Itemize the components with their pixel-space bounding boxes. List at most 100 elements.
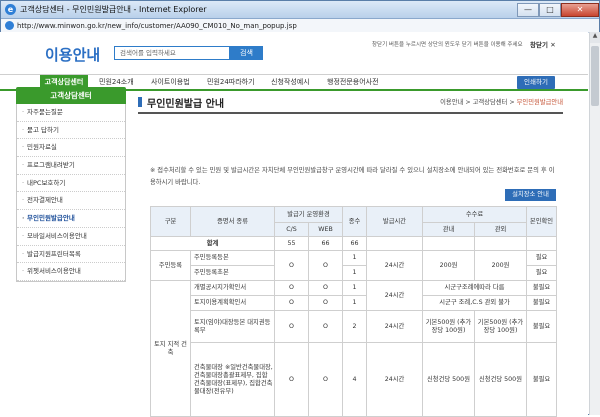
- scroll-thumb[interactable]: [591, 46, 599, 106]
- table-row-web: O: [308, 280, 343, 296]
- print-button[interactable]: 인쇄하기: [517, 76, 555, 89]
- th-id-check: 본인확인: [526, 206, 558, 237]
- table-row-id: 불필요: [526, 342, 558, 417]
- gnb-item-example[interactable]: 신청작성예시: [271, 75, 310, 90]
- sidebar-item-unmanned[interactable]: 무인민원발급안내: [17, 210, 125, 228]
- gnb-item-follow[interactable]: 민원24따라하기: [207, 75, 255, 90]
- maximize-button[interactable]: □: [539, 2, 561, 17]
- page-logo: 이용안내: [45, 46, 101, 64]
- window-title: 고객상담센터 - 무인민원발급안내 - Internet Explorer: [20, 5, 207, 14]
- th-cs: C/S: [274, 222, 309, 237]
- table-row-web: O: [308, 310, 343, 343]
- table-row-count: 1: [342, 265, 367, 281]
- th-kind: 구분: [150, 206, 191, 237]
- address-url: http://www.minwon.go.kr/new_info/custome…: [17, 21, 297, 30]
- table-row-fee: 시군구 조례,C.S 관외 불가: [421, 295, 528, 311]
- sidebar-title: 고객상담센터: [16, 87, 126, 104]
- scroll-up-icon[interactable]: ▲: [590, 32, 600, 43]
- gnb-item-dictionary[interactable]: 행정전문용어사전: [327, 75, 379, 90]
- minimize-button[interactable]: —: [517, 2, 539, 17]
- notice-paragraph: ※ 접수처리할 수 있는 민원 및 발급시간은 자치단체 무인민원발급창구 운영…: [150, 167, 555, 186]
- table-row-fee: 시군구조례에따라 다름: [421, 280, 528, 296]
- th-env: 발급기 운영환경: [274, 206, 343, 223]
- table-row-web: O: [308, 342, 343, 417]
- title-divider: [138, 112, 563, 114]
- table-row-web: O: [308, 295, 343, 311]
- table-row-id: 불필요: [526, 310, 558, 343]
- th-offsite: 관외: [473, 222, 528, 237]
- total-label: 합계: [150, 236, 275, 251]
- table-row-time: 24시간: [366, 280, 423, 311]
- table-row-cs: O: [274, 342, 309, 417]
- sidebar-item-qna[interactable]: 묻고 답하기: [17, 122, 125, 140]
- close-window-button[interactable]: ✕: [561, 2, 599, 17]
- sidebar-item-library[interactable]: 민원자료실: [17, 139, 125, 158]
- th-fee: 수수료: [421, 206, 528, 223]
- resident-label: 주민등록: [150, 250, 191, 281]
- page-icon: [5, 21, 14, 30]
- table-row-onsite: 신청건당 500원: [422, 342, 475, 417]
- table-row-cert: 토지(임야)대장등본 대지권등록부: [190, 310, 275, 343]
- resident-onsite: 200원: [422, 250, 475, 281]
- resident-web: O: [308, 250, 343, 281]
- table-row-id: 불필요: [526, 295, 558, 311]
- search-input[interactable]: 검색어를 입력하세요: [114, 46, 230, 60]
- close-notice: 창닫기 버튼을 누르시면 상단의 윈도우 닫기 버튼을 이용해 주세요: [372, 42, 523, 48]
- resident-cs: O: [274, 250, 309, 281]
- sidebar-item-printers[interactable]: 발급지원프린터목록: [17, 246, 125, 264]
- table-row-id: 불필요: [526, 280, 558, 296]
- search-button[interactable]: 검색: [230, 46, 263, 60]
- th-time: 발급시간: [366, 206, 423, 237]
- table-row-cert: 건축물대장 ※일반건축물대장, 건축물대장총괄표제부, 집합건축물대장(표제부)…: [190, 342, 275, 417]
- resident-time: 24시간: [366, 250, 423, 281]
- sidebar-item-faq[interactable]: 자주묻는질문: [17, 104, 125, 122]
- breadcrumb-home[interactable]: 이용안내: [440, 99, 463, 106]
- table-row-cert: 주민등록초본: [190, 265, 275, 281]
- table-row-time: 24시간: [366, 342, 423, 417]
- total-web: 66: [308, 236, 343, 251]
- vertical-scrollbar[interactable]: ▲: [589, 32, 600, 415]
- sidebar-item-widget[interactable]: 위젯서비스이용안내: [17, 263, 125, 281]
- table-row-cert: 주민등록등본: [190, 250, 275, 266]
- title-bar: e 고객상담센터 - 무인민원발급안내 - Internet Explorer …: [1, 1, 599, 19]
- gnb-item-howto[interactable]: 사이트이용법: [151, 75, 190, 90]
- ie-logo-icon: e: [5, 4, 16, 15]
- close-page-link[interactable]: 창닫기 ✕: [530, 39, 556, 49]
- th-onsite: 관내: [422, 222, 475, 237]
- th-web: WEB: [308, 222, 343, 237]
- sidebar-item-pc-protect[interactable]: 내PC보호하기: [17, 175, 125, 193]
- table-row-id: 필요: [526, 265, 558, 281]
- table-row-cert: 토지이용계획확인서: [190, 295, 275, 311]
- table-row-cs: O: [274, 295, 309, 311]
- site-header: 이용안내 검색어를 입력하세요 검색 창닫기 버튼을 누르시면 상단의 윈도우 …: [0, 32, 588, 74]
- th-cert: 증명서 종류: [190, 206, 275, 237]
- table-row-count: 2: [342, 310, 367, 343]
- sidebar: 고객상담센터 자주묻는질문 묻고 답하기 민원자료실 프로그램내려받기 내PC보…: [16, 87, 126, 282]
- table-row-count: 1: [342, 295, 367, 311]
- sidebar-item-mobile[interactable]: 모바일서비스이용안내: [17, 228, 125, 246]
- resident-offsite: 200원: [473, 250, 528, 281]
- table-row-cs: O: [274, 310, 309, 343]
- total-count: 66: [342, 236, 367, 251]
- table-row-cert: 개별공시지가확인서: [190, 280, 275, 296]
- sidebar-item-payment[interactable]: 전자결제안내: [17, 192, 125, 211]
- service-table: 구분 증명서 종류 발급기 운영환경 종수 발급시간 수수료 본인확인 C/S …: [150, 206, 558, 417]
- th-count: 종수: [342, 206, 367, 237]
- land-label: 토지 지적 건축: [150, 280, 191, 417]
- table-row-offsite: 기본500원 (추가장당 100원): [473, 310, 528, 343]
- breadcrumb: 이용안내 > 고객상담센터 > 무인민원발급안내: [440, 99, 563, 106]
- total-cs: 55: [274, 236, 309, 251]
- install-location-button[interactable]: 설치장소 안내: [505, 189, 556, 201]
- breadcrumb-mid[interactable]: 고객상담센터: [473, 99, 508, 106]
- table-row-cs: O: [274, 280, 309, 296]
- table-row-onsite: 기본500원 (추가장당 100원): [422, 310, 475, 343]
- main-content: 무인민원발급 안내 이용안내 > 고객상담센터 > 무인민원발급안내: [138, 95, 563, 114]
- table-row-count: 4: [342, 342, 367, 417]
- sidebar-item-download[interactable]: 프로그램내려받기: [17, 157, 125, 175]
- table-row-offsite: 신청건당 500원: [473, 342, 528, 417]
- table-row-count: 1: [342, 250, 367, 266]
- breadcrumb-current: 무인민원발급안내: [516, 99, 563, 106]
- table-row-time: 24시간: [366, 310, 423, 343]
- address-bar[interactable]: http://www.minwon.go.kr/new_info/custome…: [1, 19, 599, 33]
- table-row-id: 필요: [526, 250, 558, 266]
